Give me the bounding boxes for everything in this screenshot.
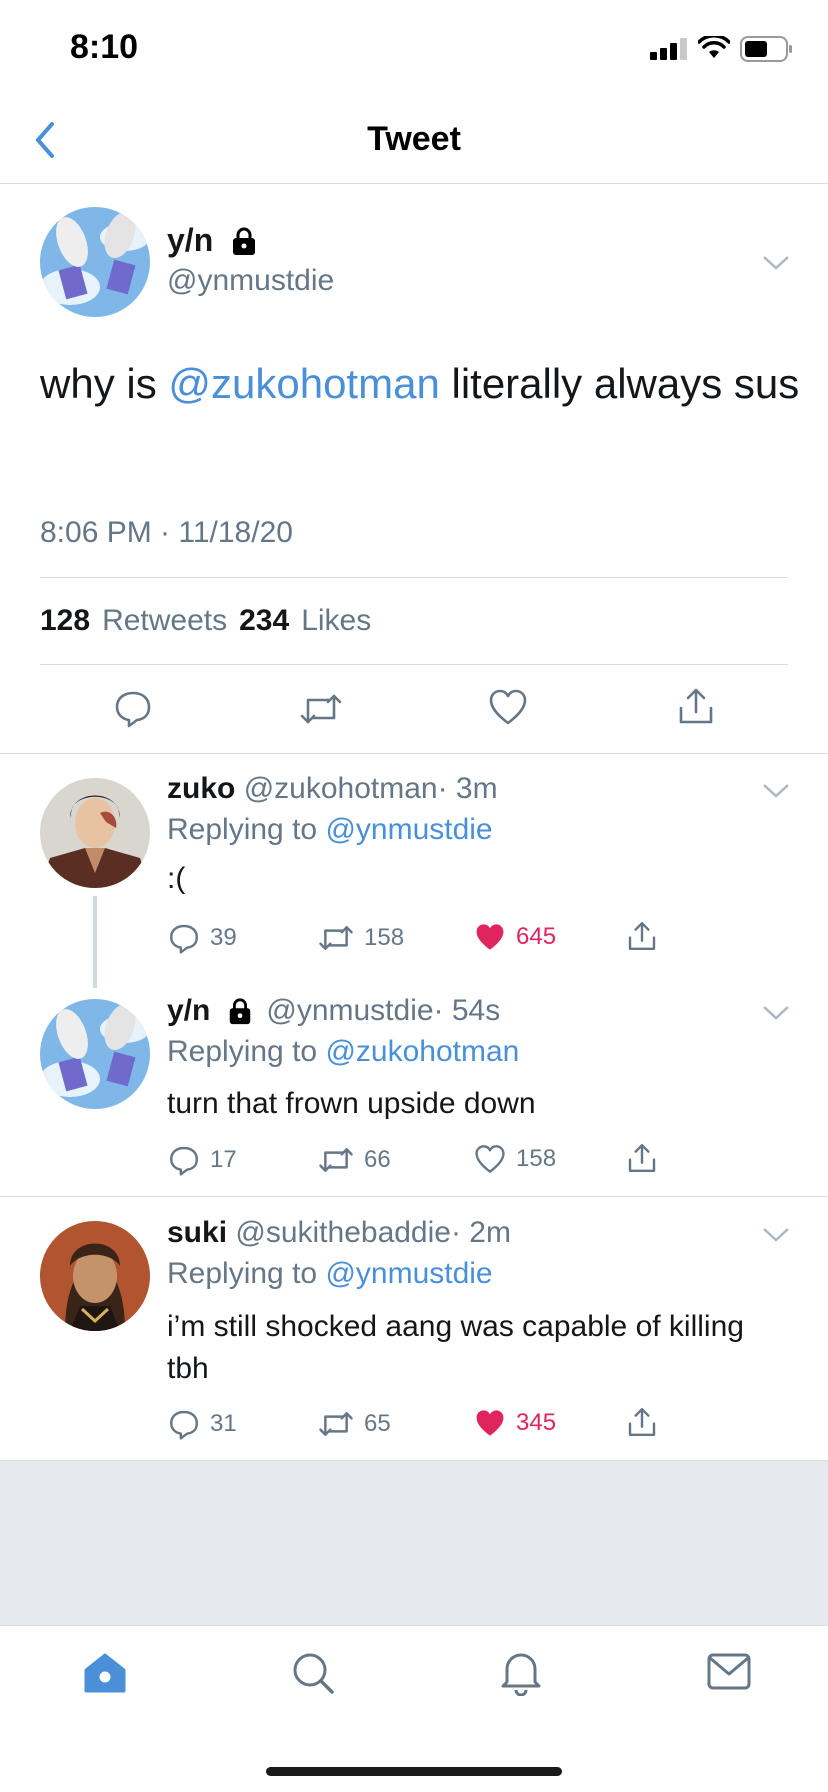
- retweet-count: 158: [364, 924, 405, 951]
- replying-to: Replying to @ynmustdie: [167, 813, 493, 847]
- divider: [0, 183, 828, 184]
- author-name[interactable]: y/n: [167, 222, 213, 259]
- like-count: 645: [516, 923, 557, 950]
- avatar[interactable]: [40, 1221, 150, 1331]
- like-button[interactable]: 345: [474, 1408, 556, 1438]
- divider: [0, 753, 828, 754]
- reply-button[interactable]: 17: [168, 1144, 237, 1176]
- reply-text: turn that frown upside down: [167, 1087, 536, 1120]
- share-button[interactable]: [676, 686, 716, 726]
- like-count: 158: [516, 1145, 557, 1172]
- reply-count: 39: [210, 924, 237, 951]
- like-button[interactable]: 645: [474, 922, 556, 952]
- empty-area: [0, 1460, 828, 1625]
- reply-menu-chevron-icon[interactable]: [762, 782, 790, 800]
- share-button[interactable]: [626, 920, 658, 952]
- reply-count: 31: [210, 1410, 237, 1437]
- tweet-text: why is @zukohotman literally always sus: [40, 352, 800, 416]
- battery-icon: [740, 36, 794, 62]
- replying-to-prefix: Replying to: [167, 813, 318, 846]
- reply-button[interactable]: 31: [168, 1408, 237, 1440]
- avatar[interactable]: [40, 207, 150, 317]
- home-indicator: [266, 1767, 562, 1776]
- tab-bar: [0, 1625, 828, 1792]
- reply-author-handle[interactable]: @ynmustdie: [266, 994, 433, 1027]
- thread-line: [93, 896, 97, 988]
- reply-author-name[interactable]: y/n: [167, 994, 210, 1028]
- reply-author-handle[interactable]: @zukohotman: [244, 772, 438, 805]
- reply-time: · 54s: [433, 994, 501, 1027]
- reply-header: zuko @zukohotman· 3m: [167, 772, 498, 806]
- retweets-label: Retweets: [102, 604, 228, 637]
- retweets-stat[interactable]: 128 Retweets: [40, 604, 227, 638]
- notifications-icon[interactable]: [498, 1648, 544, 1696]
- reply-text: i’m still shocked aang was capable of ki…: [167, 1310, 744, 1385]
- reply-time: · 3m: [437, 772, 498, 805]
- reply-menu-chevron-icon[interactable]: [762, 1226, 790, 1244]
- retweet-count: 66: [364, 1146, 391, 1173]
- likes-stat[interactable]: 234 Likes: [239, 604, 371, 638]
- status-time: 8:10: [70, 28, 139, 66]
- retweet-button[interactable]: 158: [318, 924, 404, 952]
- share-button[interactable]: [626, 1406, 658, 1438]
- reply-author-name[interactable]: zuko: [167, 772, 235, 805]
- home-icon[interactable]: [82, 1650, 128, 1696]
- replying-to: Replying to @zukohotman: [167, 1035, 519, 1069]
- tweet-mention-link[interactable]: @zukohotman: [168, 360, 439, 407]
- like-button[interactable]: [488, 688, 528, 726]
- replying-to-link[interactable]: @ynmustdie: [325, 1257, 492, 1290]
- reply-count: 17: [210, 1146, 237, 1173]
- reply-button[interactable]: [113, 688, 153, 728]
- replying-to: Replying to @ynmustdie: [167, 1257, 493, 1291]
- replying-to-prefix: Replying to: [167, 1035, 318, 1068]
- like-count: 345: [516, 1409, 557, 1436]
- reply-button[interactable]: 39: [168, 922, 237, 954]
- signal-icon: [650, 38, 690, 60]
- share-button[interactable]: [626, 1142, 658, 1174]
- page-title: Tweet: [367, 120, 461, 158]
- author-handle[interactable]: @ynmustdie: [167, 264, 334, 298]
- reply-menu-chevron-icon[interactable]: [762, 1004, 790, 1022]
- likes-count: 234: [239, 604, 290, 637]
- reply-time: · 2m: [450, 1216, 511, 1249]
- avatar[interactable]: [40, 999, 150, 1109]
- avatar[interactable]: [40, 778, 150, 888]
- retweet-button[interactable]: [299, 692, 343, 726]
- tweet-text-after: literally always sus: [439, 360, 800, 407]
- tweet-timestamp: 8:06 PM · 11/18/20: [40, 516, 293, 549]
- likes-label: Likes: [301, 604, 372, 637]
- reply-header: suki @sukithebaddie· 2m: [167, 1216, 511, 1250]
- like-button[interactable]: 158: [474, 1144, 556, 1174]
- reply-header: y/n @ynmustdie· 54s: [167, 994, 500, 1028]
- messages-icon[interactable]: [706, 1652, 752, 1692]
- search-icon[interactable]: [290, 1650, 336, 1696]
- retweet-button[interactable]: 66: [318, 1146, 391, 1174]
- divider: [40, 577, 788, 578]
- reply-text: :(: [167, 862, 186, 895]
- retweet-button[interactable]: 65: [318, 1410, 391, 1438]
- replying-to-link[interactable]: @zukohotman: [325, 1035, 519, 1068]
- reply-author-name[interactable]: suki: [167, 1216, 227, 1249]
- divider: [40, 664, 788, 665]
- reply-author-handle[interactable]: @sukithebaddie: [235, 1216, 451, 1249]
- lock-icon: [229, 226, 259, 256]
- retweets-count: 128: [40, 604, 91, 637]
- author-name-row: y/n: [167, 222, 259, 259]
- retweet-count: 65: [364, 1410, 391, 1437]
- lock-icon: [226, 997, 254, 1025]
- wifi-icon: [698, 36, 730, 60]
- tweet-menu-chevron-icon[interactable]: [762, 254, 790, 272]
- replying-to-link[interactable]: @ynmustdie: [325, 813, 492, 846]
- engagement-stats: 128 Retweets 234 Likes: [40, 604, 371, 638]
- tweet-text-before: why is: [40, 360, 169, 407]
- divider: [0, 1196, 828, 1197]
- replying-to-prefix: Replying to: [167, 1257, 318, 1290]
